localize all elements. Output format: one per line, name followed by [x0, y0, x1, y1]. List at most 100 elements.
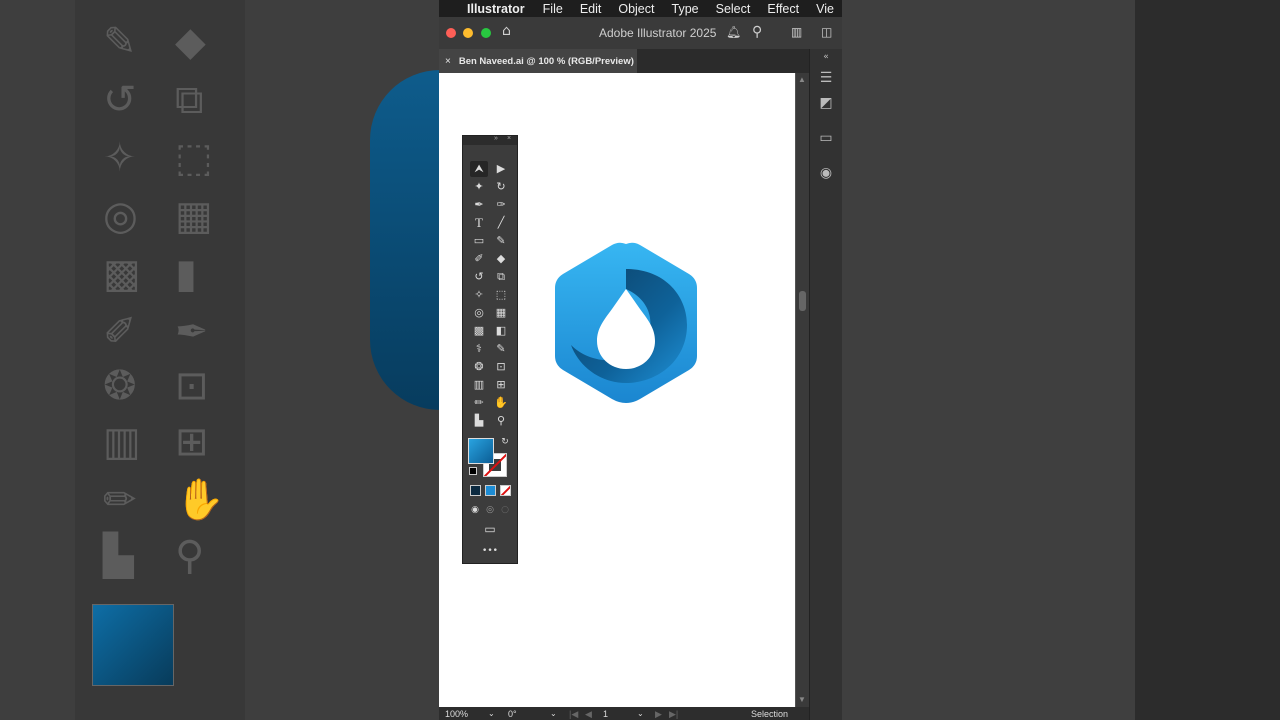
zoom-level[interactable]: 100% [445, 709, 468, 719]
zoom-window-button[interactable] [481, 28, 491, 38]
scale-tool-icon[interactable]: ⧉ [492, 269, 510, 285]
eyedropper-tool-icon[interactable]: ⚕ [470, 341, 488, 357]
bell-icon[interactable]: 🔔︎ [726, 25, 741, 39]
symbol-sprayer-tool-icon[interactable]: ❂ [470, 359, 488, 375]
blurred-zoom-icon: ⚲ [175, 533, 205, 579]
paintbrush-tool-icon[interactable]: ✎ [492, 233, 510, 249]
panel-toggle-icon[interactable]: ◫ [821, 25, 832, 39]
live-paint-tool-icon[interactable]: ⊡ [492, 359, 510, 375]
mac-menubar: Illustrator File Edit Object Type Select… [439, 0, 842, 17]
blurred-eyedropper-icon: ✐ [103, 309, 137, 355]
gradient-tool-icon[interactable]: ◧ [492, 323, 510, 339]
droplet-hexagon-logo[interactable] [553, 241, 699, 403]
artboard-number[interactable]: 1 [603, 709, 608, 719]
collapse-panel-icon[interactable]: » [494, 135, 498, 142]
scroll-thumb[interactable] [799, 291, 806, 311]
menu-object[interactable]: Object [618, 2, 654, 16]
blurred-scale-icon: ⧉ [175, 77, 204, 123]
shape-builder-tool-icon[interactable]: ◎ [470, 305, 488, 321]
slice-tool-icon[interactable]: ✏ [470, 395, 488, 411]
screen-mode-icon[interactable]: ▭ [480, 521, 500, 537]
status-bar: 100% ⌄ 0° ⌄ |◀ ◀ 1 ⌄ ▶ ▶| Selection [439, 707, 809, 720]
current-tool-name: Selection [751, 709, 789, 719]
zoom-tool-icon[interactable]: ⚲ [492, 413, 510, 429]
close-tab-icon[interactable]: × [445, 56, 451, 67]
direct-selection-tool-icon[interactable]: ▶ [492, 161, 510, 177]
artboard-dropdown-icon[interactable]: ⌄ [637, 709, 644, 718]
type-tool-icon[interactable]: T [470, 215, 488, 231]
document-tab[interactable]: × Ben Naveed.ai @ 100 % (RGB/Preview) [439, 49, 637, 73]
mesh-tool-icon[interactable]: ▩ [470, 323, 488, 339]
line-segment-tool-icon[interactable]: ╱ [492, 215, 510, 231]
expand-panels-icon[interactable]: « [818, 49, 834, 65]
artboard-tool-icon[interactable]: ⊞ [492, 377, 510, 393]
magic-wand-tool-icon[interactable]: ✦ [470, 179, 488, 195]
color-panel-icon[interactable]: ◉ [818, 165, 834, 181]
eraser-tool-icon[interactable]: ◆ [492, 251, 510, 267]
minimize-window-button[interactable] [463, 28, 473, 38]
zoom-dropdown-icon[interactable]: ⌄ [488, 709, 495, 718]
menu-app-name[interactable]: Illustrator [467, 2, 525, 16]
print-tiling-tool-icon[interactable]: ▙ [470, 413, 488, 429]
arrange-documents-icon[interactable]: ▥ [791, 25, 802, 39]
blurred-puppet-icon: ✧ [103, 135, 137, 181]
close-panel-icon[interactable]: × [507, 135, 511, 142]
menu-edit[interactable]: Edit [580, 2, 602, 16]
shaper-tool-icon[interactable]: ✐ [470, 251, 488, 267]
free-transform-tool-icon[interactable]: ⬚ [492, 287, 510, 303]
appearance-panel-icon[interactable]: ◩ [818, 95, 834, 111]
blend-tool-icon[interactable]: ✎ [492, 341, 510, 357]
blurred-blend-icon: ✒ [175, 309, 209, 355]
menu-file[interactable]: File [543, 2, 563, 16]
last-artboard-icon[interactable]: ▶| [669, 709, 678, 720]
puppet-warp-tool-icon[interactable]: ✧ [470, 287, 488, 303]
perspective-grid-tool-icon[interactable]: ▦ [492, 305, 510, 321]
first-artboard-icon[interactable]: |◀ [569, 709, 578, 720]
rectangle-tool-icon[interactable]: ▭ [470, 233, 488, 249]
color-mode-icon[interactable] [470, 485, 481, 496]
illustrator-window: Illustrator File Edit Object Type Select… [439, 0, 842, 720]
canvas-area[interactable]: » × ⮝ ▶ ✦ ↻ ✒ ✑ T ╱ ▭ ✎ ✐ ◆ ↺ ⧉ ✧ ⬚ ◎ ▦ … [439, 73, 809, 707]
tools-panel-header[interactable]: » × [463, 135, 517, 145]
tools-panel: » × ⮝ ▶ ✦ ↻ ✒ ✑ T ╱ ▭ ✎ ✐ ◆ ↺ ⧉ ✧ ⬚ ◎ ▦ … [462, 135, 518, 564]
hand-tool-icon[interactable]: ✋ [492, 395, 510, 411]
blurred-slice-icon: ✏ [103, 477, 137, 523]
swap-fill-stroke-icon[interactable]: ↻ [496, 434, 514, 450]
blurred-rotate-icon: ↺ [103, 77, 137, 123]
blurred-eraser-icon: ◆ [175, 19, 206, 65]
menu-select[interactable]: Select [716, 2, 751, 16]
pen-tool-icon[interactable]: ✒ [470, 197, 488, 213]
gradient-panel-icon[interactable]: ▭ [818, 130, 834, 146]
default-colors-icon[interactable] [469, 467, 477, 475]
artboard[interactable]: » × ⮝ ▶ ✦ ↻ ✒ ✑ T ╱ ▭ ✎ ✐ ◆ ↺ ⧉ ✧ ⬚ ◎ ▦ … [439, 73, 795, 707]
draw-inside-icon[interactable]: ○ [496, 502, 514, 518]
search-icon[interactable]: ⚲ [752, 24, 762, 40]
menu-view[interactable]: Vie [816, 2, 834, 16]
app-title: Adobe Illustrator 2025 [599, 26, 717, 40]
previous-artboard-icon[interactable]: ◀ [585, 709, 592, 720]
rotation-dropdown-icon[interactable]: ⌄ [550, 709, 557, 718]
fill-swatch[interactable] [468, 438, 494, 464]
curvature-tool-icon[interactable]: ✑ [492, 197, 510, 213]
properties-panel-icon[interactable]: ☰ [818, 70, 834, 86]
gradient-mode-icon[interactable] [485, 485, 496, 496]
blurred-hand-icon: ✋ [175, 477, 225, 523]
vertical-scrollbar[interactable]: ▲ ▼ [796, 73, 809, 707]
scroll-up-icon[interactable]: ▲ [798, 75, 806, 84]
lasso-tool-icon[interactable]: ↻ [492, 179, 510, 195]
blurred-graph-icon: ▥ [103, 419, 141, 465]
selection-tool-icon[interactable]: ⮝ [470, 161, 488, 177]
edit-toolbar-button[interactable]: ••• [480, 543, 500, 559]
blurred-tiling-icon: ▙ [103, 533, 134, 579]
menu-effect[interactable]: Effect [767, 2, 799, 16]
none-mode-icon[interactable] [500, 485, 511, 496]
rotate-tool-icon[interactable]: ↺ [470, 269, 488, 285]
scroll-down-icon[interactable]: ▼ [798, 695, 806, 704]
rotation-value[interactable]: 0° [508, 709, 517, 719]
close-window-button[interactable] [446, 28, 456, 38]
next-artboard-icon[interactable]: ▶ [655, 709, 662, 720]
column-graph-tool-icon[interactable]: ▥ [470, 377, 488, 393]
home-icon[interactable]: ⌂ [502, 23, 511, 39]
menu-type[interactable]: Type [672, 2, 699, 16]
blurred-transform-icon: ⬚ [175, 135, 213, 181]
